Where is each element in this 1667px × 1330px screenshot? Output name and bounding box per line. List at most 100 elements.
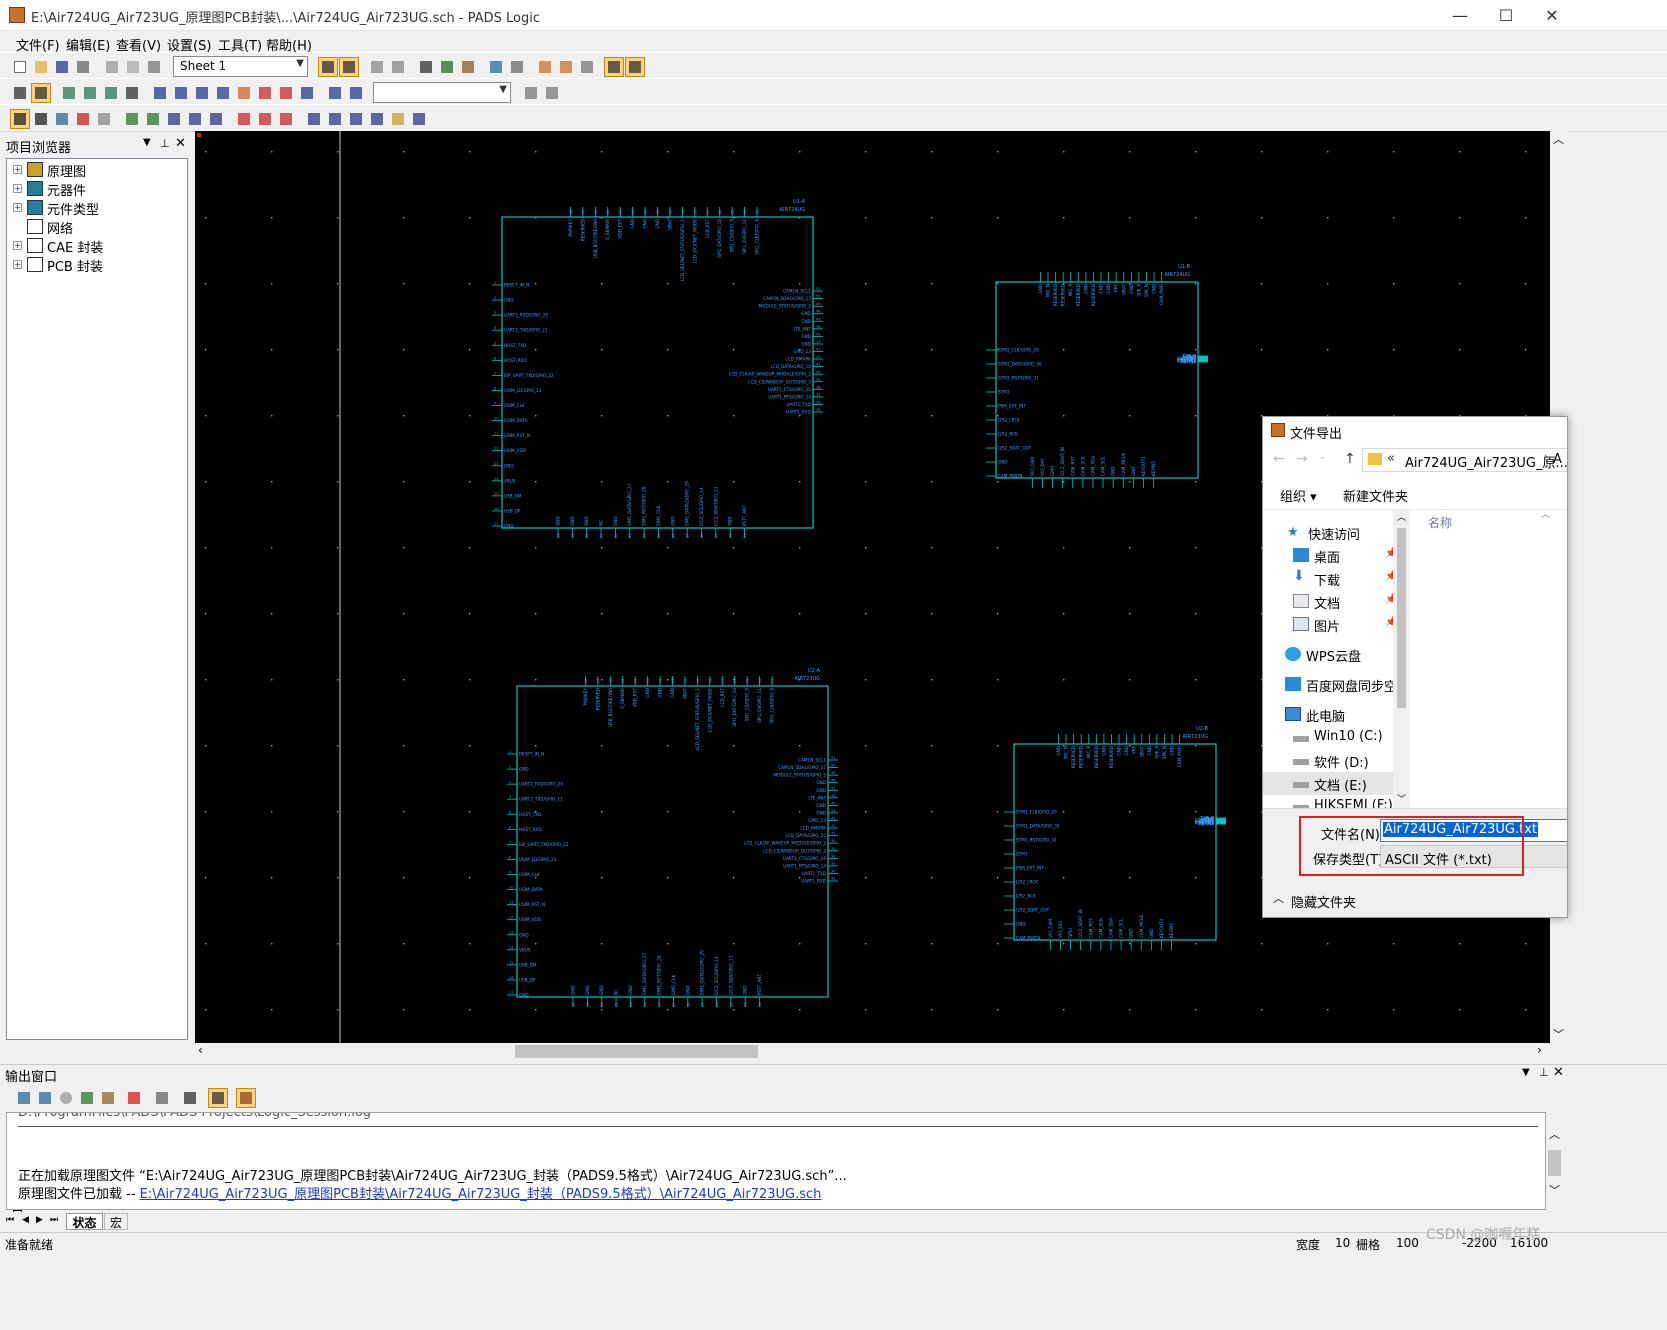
delete-icon[interactable] [124,1088,144,1108]
select-connector-icon[interactable] [234,83,254,103]
save-icon[interactable] [52,57,72,77]
select-tie-icon[interactable] [213,83,233,103]
back-icon[interactable] [14,1088,34,1108]
pin-icon[interactable]: ⊥ [1539,1066,1549,1079]
tab-status[interactable]: 状态 [66,1213,103,1230]
expand-icon[interactable]: + [13,165,22,174]
filter-select[interactable]: ▼ [373,82,511,103]
forward-icon[interactable] [35,1088,55,1108]
scroll-left-icon[interactable]: ‹ [198,1043,203,1057]
panel-menu-icon[interactable]: ▼ [1522,1067,1530,1078]
scroll-right-icon[interactable]: › [1537,1043,1542,1057]
swap-pin-icon[interactable] [304,109,324,129]
scroll-thumb[interactable] [1548,1150,1561,1176]
modeless-icon[interactable] [604,57,624,77]
first-tab-icon[interactable]: ⏮ [6,1215,14,1225]
scroll-up-icon[interactable]: ︿ [1553,131,1564,147]
arrow-down-icon[interactable] [542,83,562,103]
hide-folders-button[interactable]: 隐藏文件夹 [1291,892,1356,911]
forward-arrow-icon[interactable]: → [1296,451,1308,467]
draw-icon[interactable] [325,83,345,103]
select-wires-icon[interactable] [101,83,121,103]
new-folder-button[interactable]: 新建文件夹 [1343,486,1408,505]
expand-icon[interactable]: + [13,260,22,269]
select-mode-icon[interactable] [318,57,338,77]
pcb-link-icon[interactable] [535,57,555,77]
settings-icon[interactable] [577,57,597,77]
add-component-icon[interactable] [52,109,72,129]
properties-icon[interactable] [94,109,114,129]
edit-icon[interactable] [208,1088,228,1108]
scroll-thumb[interactable] [1397,528,1406,708]
add-bus-icon[interactable] [164,109,184,129]
forward-icon[interactable] [507,57,527,77]
canvas-horizontal-scrollbar[interactable]: ‹ › [195,1043,1550,1060]
address-bar[interactable]: « Air724UG_Air723UG_原... › A [1362,448,1567,472]
close-icon[interactable]: ✕ [175,136,186,151]
select-offpage-icon[interactable] [171,83,191,103]
panel-menu-icon[interactable]: ▼ [143,137,151,148]
print-icon[interactable] [152,1088,172,1108]
assign-icon[interactable] [388,109,408,129]
sheet-select[interactable]: Sheet 1 ▼ [173,56,308,77]
refresh-icon[interactable] [77,1088,97,1108]
column-header-name[interactable]: 名称 [1428,514,1452,531]
home-icon[interactable] [98,1088,118,1108]
pads-router-icon[interactable] [556,57,576,77]
prev-tab-icon[interactable]: ◀ [22,1215,29,1225]
organize-button[interactable]: 组织 ▾ [1280,486,1317,505]
output-vertical-scrollbar[interactable]: ︿ ﹀ [1546,1112,1563,1210]
rename-icon[interactable] [346,109,366,129]
move-icon[interactable] [31,109,51,129]
add-field-icon[interactable] [206,109,226,129]
add-power-icon[interactable] [234,109,254,129]
select-pins-icon[interactable] [59,83,79,103]
select-text-icon[interactable] [122,83,142,103]
stop-icon[interactable] [56,1088,76,1108]
last-tab-icon[interactable]: ⏭ [50,1215,58,1225]
select-bus-icon[interactable] [192,83,212,103]
add-connection-icon[interactable] [143,109,163,129]
select-filter-icon[interactable] [339,57,359,77]
next-tab-icon[interactable]: ▶ [36,1215,43,1225]
open-icon[interactable] [31,57,51,77]
print-icon[interactable] [73,57,93,77]
output-log[interactable]: D:\ProgramFiles\PADS\PADS Projects\Logic… [6,1112,1546,1210]
undo-icon[interactable] [367,57,387,77]
scroll-up-icon[interactable]: ︿ [1549,1126,1560,1142]
maximize-button[interactable]: ☐ [1483,0,1529,31]
select-label-icon[interactable] [297,83,317,103]
find-icon[interactable] [180,1088,200,1108]
scroll-thumb[interactable] [515,1045,758,1058]
add-ground-icon[interactable] [255,109,275,129]
path-tail[interactable]: A [1553,452,1562,467]
columns-icon[interactable] [236,1088,256,1108]
scroll-down-icon[interactable]: ﹀ [1553,1026,1564,1042]
scroll-down-icon[interactable]: ﹀ [1549,1182,1560,1198]
path-overflow[interactable]: « [1387,451,1395,466]
back-icon[interactable] [486,57,506,77]
add-offpage-icon[interactable] [276,109,296,129]
pointer-icon[interactable] [10,109,30,129]
minimize-button[interactable]: — [1437,0,1483,31]
close-button[interactable]: ✕ [1529,0,1575,31]
select-shapes-icon[interactable] [150,83,170,103]
back-arrow-icon[interactable]: ← [1273,451,1285,467]
tab-macro[interactable]: 宏 [104,1213,128,1230]
select-anything-icon[interactable] [10,83,30,103]
expand-icon[interactable]: + [13,241,22,250]
expand-icon[interactable]: + [13,184,22,193]
scroll-up-icon[interactable]: ︿ [1397,510,1406,523]
zoom-icon[interactable] [416,57,436,77]
scroll-down-icon[interactable]: ﹀ [1397,792,1406,805]
swap-gate-icon[interactable] [325,109,345,129]
expand-icon[interactable]: + [13,203,22,212]
add-part-icon[interactable] [122,109,142,129]
redraw-icon[interactable] [458,57,478,77]
select-nets-icon[interactable] [80,83,100,103]
select-ground-icon[interactable] [276,83,296,103]
arrow-up-icon[interactable] [521,83,541,103]
pin-icon[interactable]: ⊥ [160,137,170,150]
select-power-icon[interactable] [255,83,275,103]
zoom-window-icon[interactable] [437,57,457,77]
